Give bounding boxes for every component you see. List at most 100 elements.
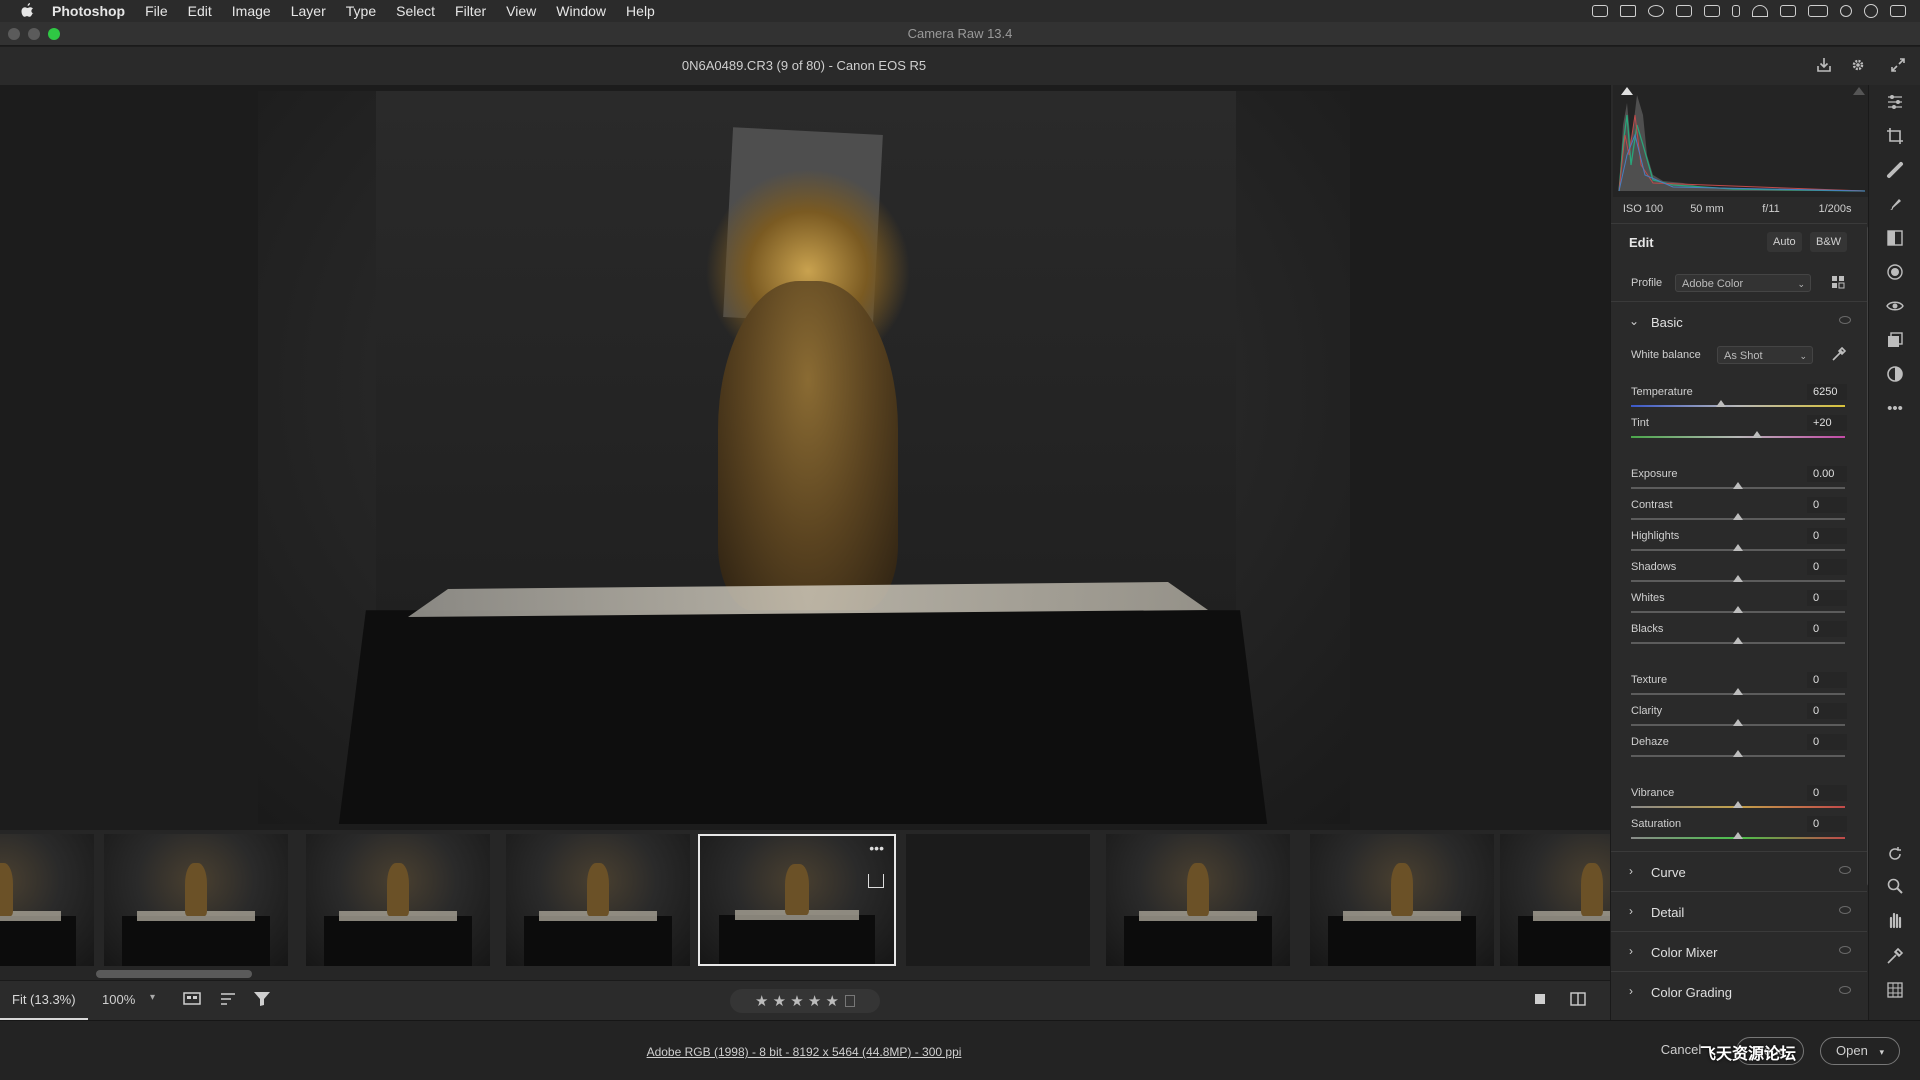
texture-slider-handle[interactable] <box>1733 688 1743 695</box>
visibility-eye-icon[interactable] <box>1839 906 1851 914</box>
auto-button[interactable]: Auto <box>1767 232 1802 252</box>
eyedropper-icon[interactable] <box>1831 346 1847 362</box>
display-icon[interactable] <box>1676 5 1692 17</box>
vibrance-slider-handle[interactable] <box>1733 801 1743 808</box>
photo-preview[interactable] <box>258 91 1350 824</box>
highlights-slider[interactable]: Highlights 0 <box>1631 528 1847 558</box>
contrast-slider[interactable]: Contrast 0 <box>1631 497 1847 527</box>
more-options-icon[interactable]: ••• <box>1885 399 1905 419</box>
saturation-value-input[interactable]: 0 <box>1807 816 1847 832</box>
highlight-clipping-warning-icon[interactable] <box>1853 87 1865 95</box>
control-center-icon[interactable] <box>1890 5 1906 17</box>
battery-icon[interactable] <box>1808 5 1828 17</box>
menu-view[interactable]: View <box>506 3 536 19</box>
camera-status-icon[interactable] <box>1592 5 1608 17</box>
temperature-value-input[interactable]: 6250 <box>1807 384 1847 400</box>
highlights-value-input[interactable]: 0 <box>1807 528 1847 544</box>
presets-icon[interactable] <box>1885 365 1905 385</box>
menu-layer[interactable]: Layer <box>291 3 326 19</box>
filmstrip-thumbnail[interactable] <box>1310 834 1494 966</box>
menu-photoshop[interactable]: Photoshop <box>52 3 125 19</box>
filmstrip-view-icon[interactable] <box>183 991 203 1009</box>
grid-overlay-icon[interactable] <box>1885 981 1905 1001</box>
zoom-level-select[interactable]: 100% <box>102 992 135 1007</box>
filmstrip-thumbnail-selected[interactable]: ••• <box>698 834 896 966</box>
menu-type[interactable]: Type <box>346 3 376 19</box>
clarity-slider-handle[interactable] <box>1733 719 1743 726</box>
profile-select[interactable]: Adobe Color ⌄ <box>1675 274 1811 292</box>
saturation-slider-handle[interactable] <box>1733 832 1743 839</box>
linear-gradient-icon[interactable] <box>1885 229 1905 249</box>
user-avatar-icon[interactable] <box>1864 4 1878 18</box>
temperature-slider-handle[interactable] <box>1715 400 1726 407</box>
snapshots-icon[interactable] <box>1885 331 1905 351</box>
more-options-icon[interactable]: ••• <box>869 840 884 856</box>
section-color-grading-header[interactable]: › Color Grading <box>1611 977 1867 1007</box>
red-eye-icon[interactable] <box>1885 297 1905 317</box>
image-canvas[interactable] <box>0 85 1610 830</box>
highlights-slider-handle[interactable] <box>1733 544 1743 551</box>
single-view-icon[interactable] <box>1530 991 1550 1009</box>
brush-icon[interactable] <box>1885 195 1905 215</box>
chevron-down-icon[interactable]: ▾ <box>150 992 155 1003</box>
tint-track[interactable] <box>1631 436 1845 438</box>
thumbnail-save-icon[interactable] <box>868 874 884 888</box>
healing-brush-icon[interactable] <box>1885 161 1905 181</box>
visibility-eye-icon[interactable] <box>1839 946 1851 954</box>
exposure-value-input[interactable]: 0.00 <box>1807 466 1847 482</box>
vibrance-slider[interactable]: Vibrance 0 <box>1631 785 1847 815</box>
section-curve-header[interactable]: › Curve <box>1611 857 1867 887</box>
menu-file[interactable]: File <box>145 3 168 19</box>
filter-icon[interactable] <box>252 991 272 1009</box>
contrast-slider-handle[interactable] <box>1733 513 1743 520</box>
texture-value-input[interactable]: 0 <box>1807 672 1847 688</box>
profile-browser-icon[interactable] <box>1831 275 1847 291</box>
zoom-tool-icon[interactable] <box>1885 877 1905 897</box>
exposure-slider[interactable]: Exposure 0.00 <box>1631 466 1847 496</box>
filmstrip-thumbnail[interactable] <box>104 834 288 966</box>
workflow-options-link[interactable]: Adobe RGB (1998) - 8 bit - 8192 x 5464 (… <box>0 1045 1608 1059</box>
menu-image[interactable]: Image <box>232 3 271 19</box>
blacks-slider-handle[interactable] <box>1733 637 1743 644</box>
sort-icon[interactable] <box>218 991 238 1009</box>
section-basic-header[interactable]: ⌄ Basic <box>1611 307 1867 337</box>
bw-button[interactable]: B&W <box>1810 232 1848 252</box>
chevron-down-icon[interactable]: ▾ <box>1879 1047 1884 1057</box>
whites-slider[interactable]: Whites 0 <box>1631 590 1847 620</box>
menu-help[interactable]: Help <box>626 3 655 19</box>
dehaze-slider-handle[interactable] <box>1733 750 1743 757</box>
blacks-value-input[interactable]: 0 <box>1807 621 1847 637</box>
save-icon[interactable] <box>1814 56 1834 76</box>
shadows-value-input[interactable]: 0 <box>1807 559 1847 575</box>
visibility-eye-icon[interactable] <box>1839 986 1851 994</box>
creative-cloud-icon[interactable] <box>1648 5 1664 17</box>
clarity-slider[interactable]: Clarity 0 <box>1631 703 1847 733</box>
zoom-fit-button[interactable]: Fit (13.3%) <box>12 992 76 1007</box>
filmstrip-thumbnail[interactable] <box>506 834 690 966</box>
radial-gradient-icon[interactable] <box>1885 263 1905 283</box>
clarity-value-input[interactable]: 0 <box>1807 703 1847 719</box>
contrast-value-input[interactable]: 0 <box>1807 497 1847 513</box>
star-rating[interactable]: ★ ★ ★ ★ ★ <box>730 989 880 1013</box>
volume-icon[interactable] <box>1780 5 1796 17</box>
white-balance-select[interactable]: As Shot ⌄ <box>1717 346 1813 364</box>
menu-filter[interactable]: Filter <box>455 3 486 19</box>
vibrance-value-input[interactable]: 0 <box>1807 785 1847 801</box>
tint-slider-handle[interactable] <box>1752 431 1763 438</box>
whites-value-input[interactable]: 0 <box>1807 590 1847 606</box>
trash-icon[interactable] <box>844 995 855 1007</box>
printer-icon[interactable] <box>1704 5 1720 17</box>
dropbox-icon[interactable] <box>1620 5 1636 17</box>
visibility-eye-icon[interactable] <box>1839 316 1851 324</box>
hand-tool-icon[interactable] <box>1885 911 1905 931</box>
before-after-view-icon[interactable] <box>1568 991 1588 1009</box>
bluetooth-icon[interactable] <box>1732 5 1740 17</box>
whites-slider-handle[interactable] <box>1733 606 1743 613</box>
rating-stars[interactable]: ★ ★ ★ ★ ★ <box>755 992 839 1010</box>
menu-edit[interactable]: Edit <box>188 3 212 19</box>
section-color-mixer-header[interactable]: › Color Mixer <box>1611 937 1867 967</box>
settings-gear-icon[interactable] <box>1848 56 1868 76</box>
shadows-slider-handle[interactable] <box>1733 575 1743 582</box>
open-button[interactable]: Open ▾ <box>1820 1037 1900 1065</box>
crop-icon[interactable] <box>1885 127 1905 147</box>
